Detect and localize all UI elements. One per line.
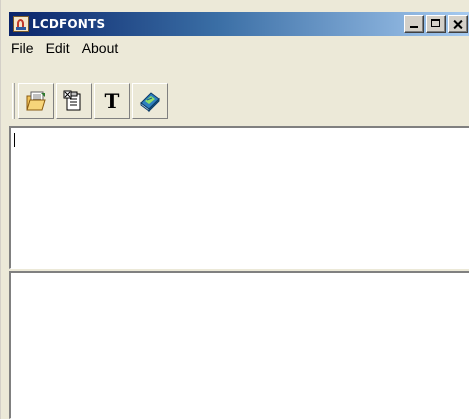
toolbar-grip[interactable] xyxy=(12,83,15,119)
minimize-button[interactable] xyxy=(404,15,424,33)
text-caret xyxy=(14,133,15,147)
close-button[interactable] xyxy=(448,15,468,33)
app-window: LCDFONTS File Edit About T xyxy=(0,0,469,419)
window-controls xyxy=(402,15,468,33)
input-text-area[interactable] xyxy=(9,126,469,269)
open-file-button[interactable] xyxy=(18,83,54,119)
font-button[interactable]: T xyxy=(94,83,130,119)
help-book-button[interactable] xyxy=(132,83,168,119)
java-cup-icon[interactable] xyxy=(13,16,29,32)
maximize-button[interactable] xyxy=(426,15,446,33)
font-icon: T xyxy=(104,89,120,113)
open-file-icon xyxy=(26,91,46,111)
menu-bar: File Edit About xyxy=(9,36,469,60)
menu-edit[interactable]: Edit xyxy=(40,36,76,60)
window-title: LCDFONTS xyxy=(32,17,106,31)
book-icon xyxy=(140,92,160,113)
toolbar: T xyxy=(9,78,469,124)
paste-button[interactable] xyxy=(56,83,92,119)
paste-icon xyxy=(63,90,81,111)
title-bar[interactable]: LCDFONTS xyxy=(9,12,469,36)
menu-file[interactable]: File xyxy=(9,36,40,60)
menu-about[interactable]: About xyxy=(76,36,125,60)
output-text-area[interactable] xyxy=(9,271,469,419)
